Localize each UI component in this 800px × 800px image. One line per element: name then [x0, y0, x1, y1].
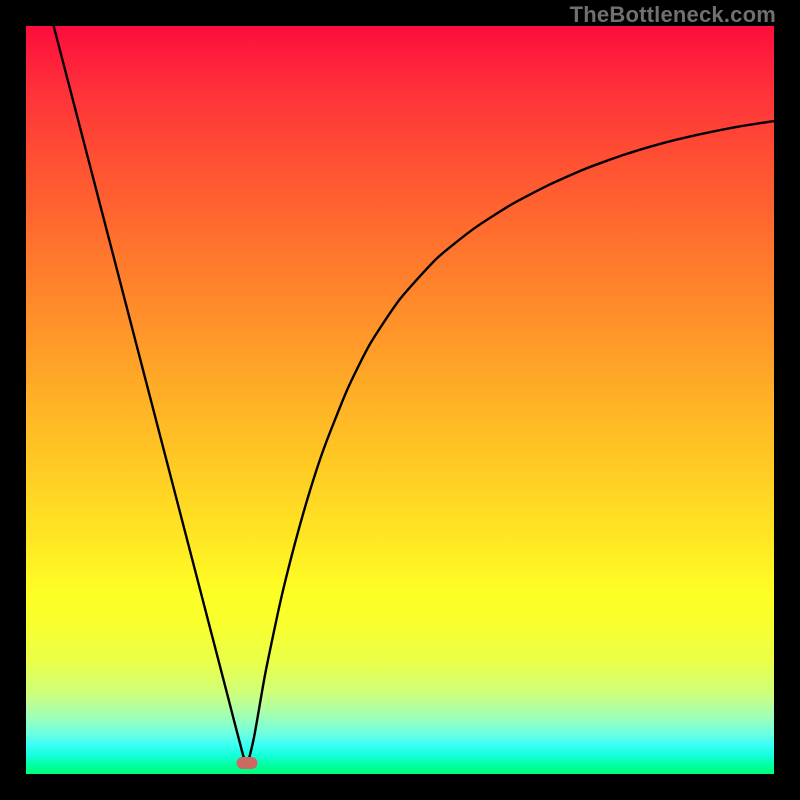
chart-container: TheBottleneck.com [0, 0, 800, 800]
bottleneck-curve [26, 26, 774, 774]
plot-area [26, 26, 774, 774]
watermark-text: TheBottleneck.com [570, 2, 776, 28]
optimum-marker [236, 757, 257, 769]
